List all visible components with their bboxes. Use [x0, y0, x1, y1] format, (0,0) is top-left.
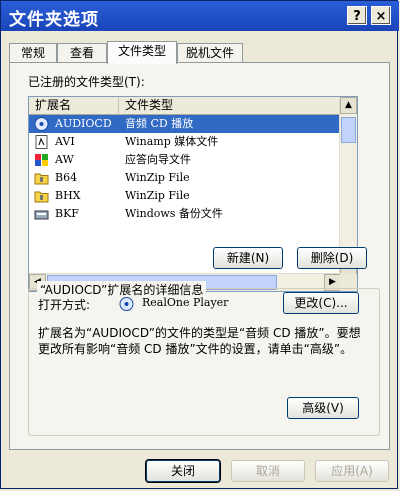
row-type: WinZip File	[125, 171, 190, 184]
tab-file-types[interactable]: 文件类型	[107, 41, 177, 64]
winzip-folder-icon	[34, 189, 49, 203]
row-type: 应答向导文件	[125, 153, 191, 166]
tab-view[interactable]: 查看	[57, 43, 107, 63]
column-extension[interactable]: 扩展名	[29, 97, 119, 114]
tab-offline-files[interactable]: 脱机文件	[177, 43, 243, 63]
scroll-up-button[interactable]: ▲	[340, 97, 357, 114]
close-window-button[interactable]: ×	[371, 6, 391, 25]
cancel-button[interactable]: 取消	[231, 460, 305, 482]
list-row-bkf[interactable]: BKF Windows 备份文件	[29, 205, 341, 223]
row-extension: AVI	[55, 135, 75, 148]
list-row-audiocd[interactable]: AUDIOCD 音频 CD 播放	[29, 115, 341, 133]
folder-options-dialog: 文件夹选项 ? × 常规 查看 文件类型 脱机文件 已注册的文件类型(T): 扩…	[0, 0, 399, 489]
row-type: Windows 备份文件	[125, 207, 223, 220]
new-button[interactable]: 新建(N)	[213, 247, 283, 269]
tab-general[interactable]: 常规	[9, 43, 57, 63]
row-type: WinZip File	[125, 189, 190, 202]
list-row-aw[interactable]: AW 应答向导文件	[29, 151, 341, 169]
realone-player-icon	[119, 297, 134, 311]
close-dialog-button[interactable]: 关闭	[146, 460, 220, 482]
wizard-file-icon	[34, 153, 49, 167]
media-file-icon	[34, 135, 49, 149]
audiocd-icon	[34, 117, 49, 131]
list-header: 扩展名 文件类型	[29, 97, 341, 115]
row-extension: AW	[55, 153, 74, 166]
row-extension: BHX	[55, 189, 81, 202]
change-button[interactable]: 更改(C)...	[283, 292, 359, 314]
open-with-label: 打开方式:	[38, 298, 91, 312]
delete-button[interactable]: 删除(D)	[297, 247, 367, 269]
row-extension: BKF	[55, 207, 79, 220]
help-button[interactable]: ?	[347, 6, 367, 25]
window-title: 文件夹选项	[9, 10, 99, 30]
row-extension: AUDIOCD	[55, 117, 112, 130]
row-type: 音频 CD 播放	[125, 117, 194, 130]
column-file-type[interactable]: 文件类型	[119, 97, 341, 114]
list-row-avi[interactable]: AVI Winamp 媒体文件	[29, 133, 341, 151]
title-bar[interactable]: 文件夹选项 ? ×	[1, 1, 399, 31]
vertical-scroll-thumb[interactable]	[341, 117, 356, 143]
file-types-panel: 已注册的文件类型(T): 扩展名 文件类型 AUDIOCD 音频 CD 播放 A…	[9, 62, 390, 450]
advanced-button[interactable]: 高级(V)	[287, 397, 359, 419]
row-extension: B64	[55, 171, 78, 184]
open-with-app: RealOne Player	[142, 296, 229, 309]
details-description: 扩展名为“AUDIOCD”的文件的类型是“音频 CD 播放”。要想更改所有影响“…	[38, 326, 361, 356]
winzip-folder-icon	[34, 171, 49, 185]
list-row-bhx[interactable]: BHX WinZip File	[29, 187, 341, 205]
apply-button[interactable]: 应用(A)	[315, 460, 389, 482]
backup-file-icon	[34, 207, 49, 221]
row-type: Winamp 媒体文件	[125, 135, 219, 148]
list-row-b64[interactable]: B64 WinZip File	[29, 169, 341, 187]
registered-types-label: 已注册的文件类型(T):	[28, 75, 145, 89]
